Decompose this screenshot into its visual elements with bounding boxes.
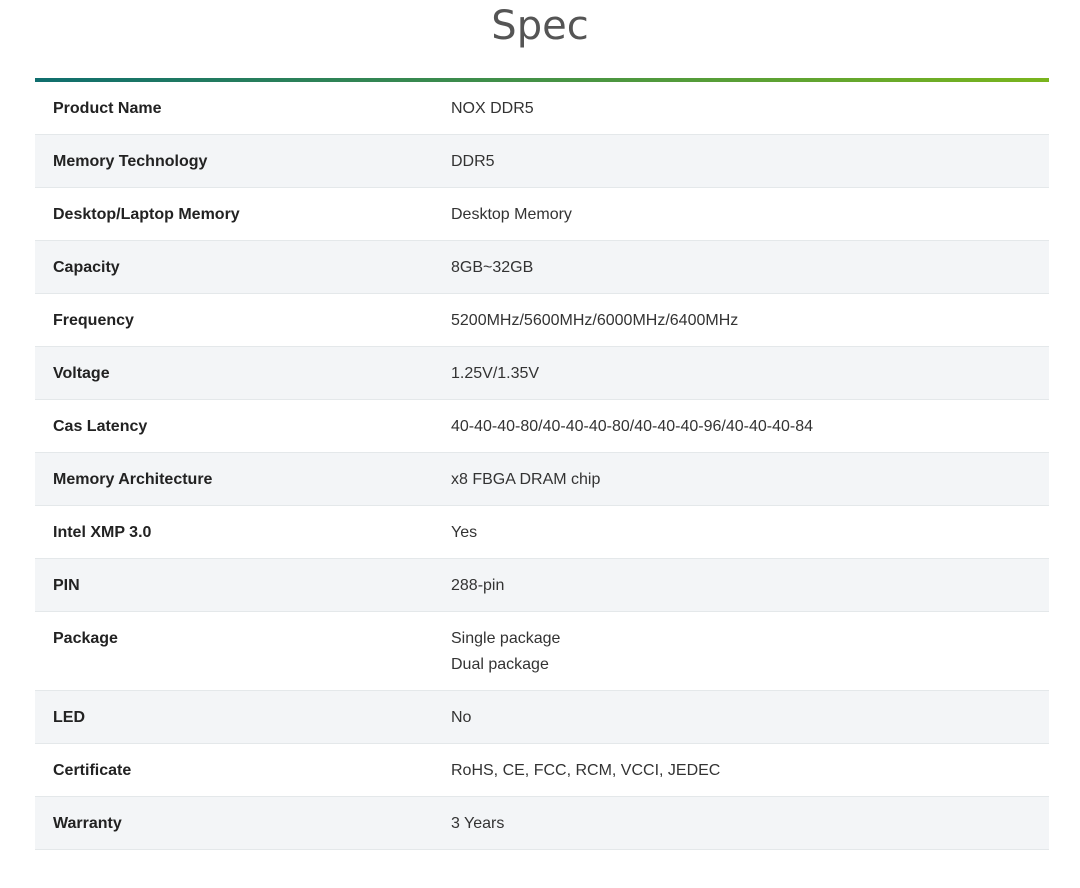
spec-value-cell: Single package Dual package (451, 611, 1049, 691)
spec-value-cell: DDR5 (451, 134, 1049, 188)
spec-value: 3 Years (451, 815, 505, 832)
spec-row: Capacity 8GB~32GB (35, 240, 1049, 294)
spec-row: Product Name NOX DDR5 (35, 82, 1049, 135)
spec-row: Certificate RoHS, CE, FCC, RCM, VCCI, JED… (35, 743, 1049, 797)
spec-row: LED No (35, 690, 1049, 744)
spec-label: LED (53, 709, 85, 726)
spec-row: Cas Latency 40-40-40-80/40-40-40-80/40-40… (35, 399, 1049, 453)
spec-label-cell: Package (35, 611, 451, 691)
spec-label: Memory Technology (53, 153, 208, 170)
page-title: Spec (491, 3, 589, 49)
spec-label: Desktop/Laptop Memory (53, 206, 240, 223)
spec-label: Capacity (53, 259, 120, 276)
spec-label: Memory Architecture (53, 471, 213, 488)
spec-label-cell: Warranty (35, 796, 451, 850)
spec-row: Memory Architecture x8 FBGA DRAM chip (35, 452, 1049, 506)
spec-label: Package (53, 630, 118, 647)
spec-table: Product Name NOX DDR5 Memory Technology DDR… (35, 82, 1049, 850)
spec-value: 8GB~32GB (451, 259, 534, 276)
spec-value-cell: Desktop Memory (451, 187, 1049, 241)
spec-row: Package Single package Dual package (35, 611, 1049, 691)
spec-label: Warranty (53, 815, 122, 832)
spec-value-cell: No (451, 690, 1049, 744)
spec-label-cell: Memory Architecture (35, 452, 451, 506)
spec-value-cell: x8 FBGA DRAM chip (451, 452, 1049, 506)
spec-label: Intel XMP 3.0 (53, 524, 152, 541)
spec-label-cell: PIN (35, 558, 451, 612)
spec-value-group: 1.25V/1.35V (451, 343, 1049, 387)
spec-label-cell: Frequency (35, 293, 451, 347)
spec-value-group: RoHS, CE, FCC, RCM, VCCI, JEDEC (451, 740, 1049, 784)
spec-value-group: DDR5 (451, 131, 1049, 175)
spec-row: Memory Technology DDR5 (35, 134, 1049, 188)
spec-value-cell: 288-pin (451, 558, 1049, 612)
spec-row: Intel XMP 3.0 Yes (35, 505, 1049, 559)
spec-label: Cas Latency (53, 418, 148, 435)
spec-row: PIN 288-pin (35, 558, 1049, 612)
spec-value-group: Single package Dual package (451, 608, 1049, 678)
spec-label-cell: LED (35, 690, 451, 744)
spec-value-group: 5200MHz/5600MHz/6000MHz/6400MHz (451, 290, 1049, 334)
spec-value-cell: 8GB~32GB (451, 240, 1049, 294)
spec-row: Voltage 1.25V/1.35V (35, 346, 1049, 400)
spec-label-cell: Certificate (35, 743, 451, 797)
spec-table-body: Product Name NOX DDR5 Memory Technology DDR… (35, 82, 1049, 850)
spec-value-cell: 3 Years (451, 796, 1049, 850)
spec-value: Dual package (451, 656, 549, 673)
spec-label-cell: Product Name (35, 82, 451, 135)
spec-value: NOX DDR5 (451, 100, 534, 117)
spec-label-cell: Memory Technology (35, 134, 451, 188)
spec-value-cell: 5200MHz/5600MHz/6000MHz/6400MHz (451, 293, 1049, 347)
spec-value-group: x8 FBGA DRAM chip (451, 449, 1049, 493)
spec-value: Single package (451, 630, 561, 647)
spec-value: Desktop Memory (451, 206, 572, 223)
spec-value-cell: NOX DDR5 (451, 82, 1049, 135)
spec-value: DDR5 (451, 153, 495, 170)
spec-label-cell: Voltage (35, 346, 451, 400)
spec-value-cell: Yes (451, 505, 1049, 559)
spec-value: Yes (451, 524, 478, 541)
spec-value-cell: 40-40-40-80/40-40-40-80/40-40-40-96/40-4… (451, 399, 1049, 453)
spec-value-group: 40-40-40-80/40-40-40-80/40-40-40-96/40-4… (451, 396, 1049, 440)
spec-label-cell: Cas Latency (35, 399, 451, 453)
spec-value: No (451, 709, 472, 726)
spec-label-cell: Intel XMP 3.0 (35, 505, 451, 559)
spec-value: 288-pin (451, 577, 505, 594)
spec-value-group: Desktop Memory (451, 184, 1049, 228)
spec-row: Frequency 5200MHz/5600MHz/6000MHz/6400MHz (35, 293, 1049, 347)
spec-value-group: Yes (451, 502, 1049, 546)
spec-label: Certificate (53, 762, 132, 779)
spec-value-group: 3 Years (451, 793, 1049, 837)
spec-label-cell: Desktop/Laptop Memory (35, 187, 451, 241)
spec-value-group: No (451, 687, 1049, 731)
spec-value: x8 FBGA DRAM chip (451, 471, 601, 488)
spec-value-group: 8GB~32GB (451, 237, 1049, 281)
spec-value-cell: 1.25V/1.35V (451, 346, 1049, 400)
spec-value-group: NOX DDR5 (451, 78, 1049, 122)
spec-label-cell: Capacity (35, 240, 451, 294)
spec-label: Voltage (53, 365, 110, 382)
spec-value: 5200MHz/5600MHz/6000MHz/6400MHz (451, 312, 739, 329)
spec-label: Product Name (53, 100, 162, 117)
spec-value: 40-40-40-80/40-40-40-80/40-40-40-96/40-4… (451, 418, 814, 435)
spec-value-cell: RoHS, CE, FCC, RCM, VCCI, JEDEC (451, 743, 1049, 797)
spec-label: PIN (53, 577, 80, 594)
spec-value: 1.25V/1.35V (451, 365, 540, 382)
spec-value: RoHS, CE, FCC, RCM, VCCI, JEDEC (451, 762, 721, 779)
spec-label: Frequency (53, 312, 134, 329)
spec-row: Desktop/Laptop Memory Desktop Memory (35, 187, 1049, 241)
spec-row: Warranty 3 Years (35, 796, 1049, 850)
spec-value-group: 288-pin (451, 555, 1049, 599)
